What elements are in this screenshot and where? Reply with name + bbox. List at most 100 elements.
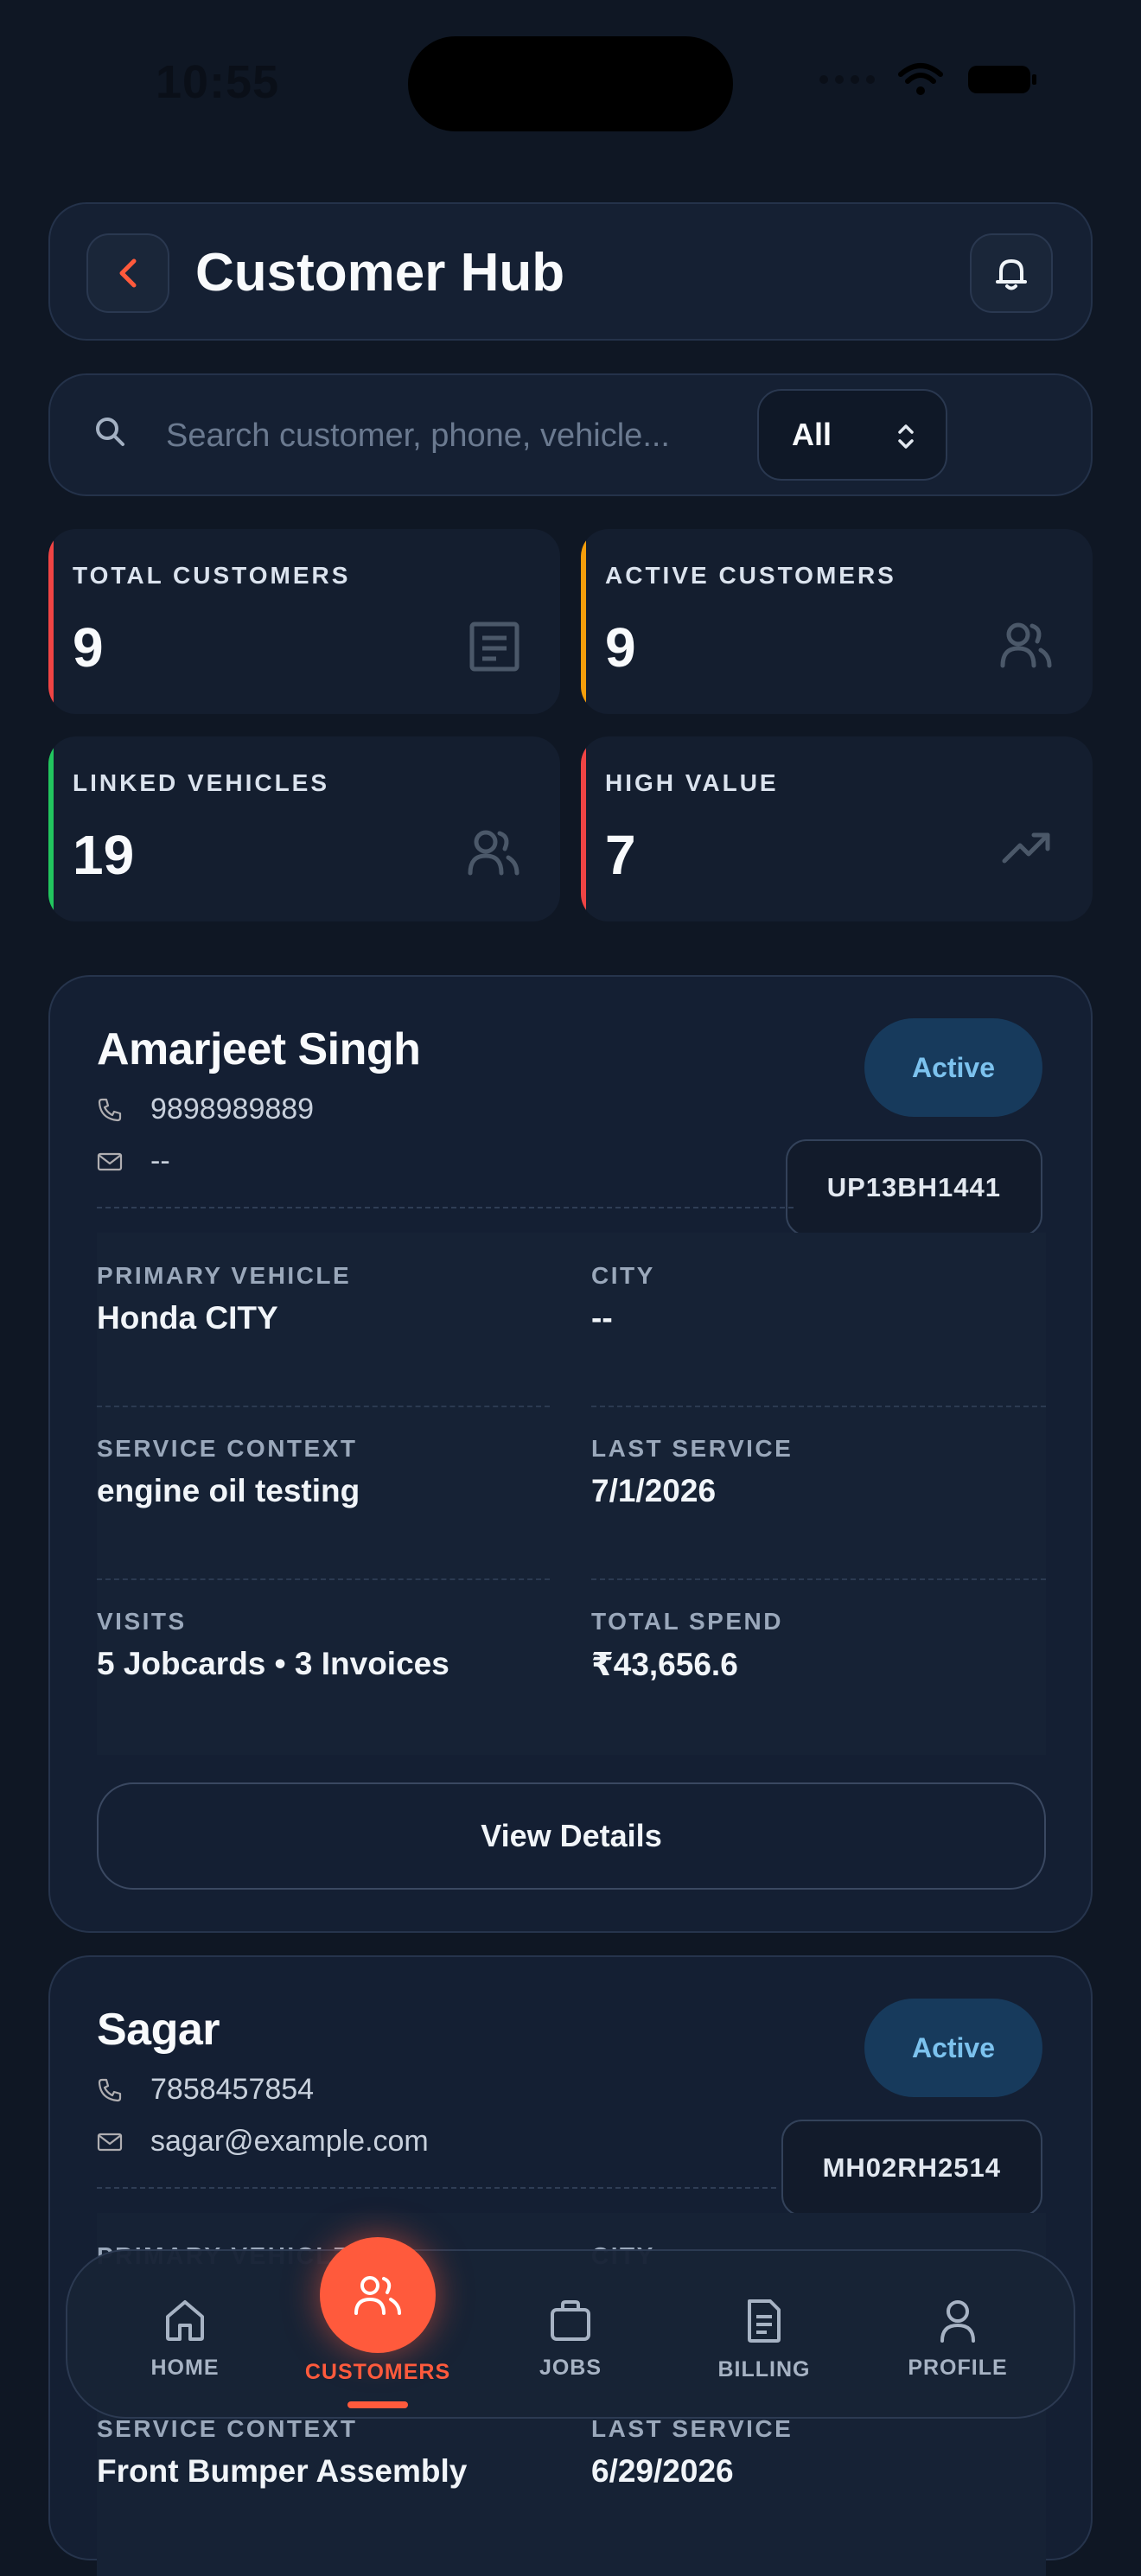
stat-label: LINKED VEHICLES (73, 769, 330, 796)
stat-label: ACTIVE CUSTOMERS (605, 562, 896, 589)
chevron-up-down-icon (898, 424, 914, 449)
battery-icon (968, 66, 1036, 93)
users-icon (468, 830, 520, 876)
divider (591, 1578, 1046, 1580)
stat-value: 9 (73, 616, 104, 679)
stat-accent-bar (581, 736, 586, 921)
status-icons (819, 62, 1039, 97)
detail-city: CITY -- (591, 1262, 655, 1336)
detail-value: -- (591, 1300, 613, 1336)
detail-label: LAST SERVICE (591, 2415, 794, 2442)
customer-name: Amarjeet Singh (97, 1024, 421, 1074)
stat-active-customers: ACTIVE CUSTOMERS 9 (581, 529, 1093, 714)
detail-label: SERVICE CONTEXT (97, 2415, 358, 2442)
nav-item-profile[interactable]: PROFILE (871, 2298, 1044, 2381)
search-input[interactable] (164, 408, 769, 463)
stat-value: 9 (605, 616, 636, 679)
detail-total-spend: TOTAL SPEND ₹43,656.6 (591, 1608, 783, 1683)
detail-label: TOTAL SPEND (591, 1608, 783, 1635)
customer-email: sagar@example.com (150, 2125, 429, 2158)
stat-high-value: HIGH VALUE 7 (581, 736, 1093, 921)
user-icon (940, 2300, 975, 2343)
chevron-left-icon (119, 258, 137, 288)
detail-value: engine oil testing (97, 1473, 360, 1508)
notifications-button[interactable] (970, 233, 1053, 313)
nav-label: PROFILE (908, 2356, 1008, 2380)
detail-value: Front Bumper Assembly (97, 2453, 468, 2489)
nav-item-customers[interactable] (320, 2237, 436, 2353)
detail-label: CITY (591, 1262, 655, 1289)
users-icon (1000, 622, 1052, 668)
customer-email-row: sagar@example.com (97, 2125, 429, 2158)
active-indicator (347, 2401, 408, 2408)
stat-total-customers: TOTAL CUSTOMERS 9 (48, 529, 560, 714)
divider (97, 1207, 794, 1208)
vehicle-plate: MH02RH2514 (781, 2120, 1042, 2216)
divider (97, 1578, 550, 1580)
customer-phone-row: 9898989889 (97, 1093, 314, 1126)
customer-phone-row: 7858457854 (97, 2073, 314, 2107)
detail-label: SERVICE CONTEXT (97, 1435, 358, 1462)
detail-service-context: SERVICE CONTEXT Front Bumper Assembly (97, 2415, 467, 2490)
customer-card: Amarjeet Singh 9898989889 -- Active UP13… (48, 975, 1093, 1933)
bell-icon (996, 259, 1027, 290)
status-time: 10:55 (156, 56, 280, 108)
signal-icon (819, 75, 875, 84)
divider (591, 1406, 1046, 1407)
home-icon (166, 2300, 204, 2341)
detail-value: 7/1/2026 (591, 1473, 717, 1508)
stat-accent-bar (48, 529, 54, 714)
detail-label: LAST SERVICE (591, 1435, 794, 1462)
customer-email-row: -- (97, 1145, 170, 1178)
header-card: Customer Hub (48, 202, 1093, 341)
filter-value: All (792, 417, 832, 452)
mail-icon (97, 2133, 123, 2151)
divider (97, 1406, 550, 1407)
customer-email: -- (150, 1145, 170, 1177)
wifi-icon (898, 63, 943, 95)
customer-phone: 9898989889 (150, 1093, 315, 1125)
detail-value: 5 Jobcards • 3 Invoices (97, 1646, 449, 1681)
detail-visits: VISITS 5 Jobcards • 3 Invoices (97, 1608, 449, 1682)
briefcase-icon (551, 2300, 590, 2341)
search-icon (96, 418, 124, 446)
nav-item-billing[interactable]: BILLING (678, 2298, 851, 2382)
nav-item-home[interactable]: HOME (99, 2298, 271, 2381)
detail-last-service: LAST SERVICE 6/29/2026 (591, 2415, 793, 2490)
trending-up-icon (1002, 832, 1050, 864)
nav-item-jobs[interactable]: JOBS (484, 2298, 657, 2381)
view-details-button[interactable]: View Details (97, 1782, 1046, 1890)
detail-primary-vehicle: PRIMARY VEHICLE Honda CITY (97, 1262, 351, 1336)
back-button[interactable] (86, 233, 169, 313)
details-grid: PRIMARY VEHICLE Honda CITY CITY -- SERVI… (97, 1233, 1046, 1755)
stat-accent-bar (48, 736, 54, 921)
dynamic-island (408, 36, 733, 131)
detail-value: ₹43,656.6 (591, 1647, 738, 1682)
customer-name: Sagar (97, 2005, 220, 2055)
nav-label-customers: CUSTOMERS (304, 2360, 451, 2384)
nav-label: HOME (150, 2356, 220, 2380)
status-badge: Active (864, 1018, 1042, 1117)
nav-label: BILLING (717, 2357, 811, 2382)
mail-icon (97, 1152, 123, 1170)
users-icon (354, 2276, 401, 2315)
phone-icon (98, 1098, 122, 1121)
page-title: Customer Hub (195, 243, 565, 303)
stat-label: HIGH VALUE (605, 769, 779, 796)
document-icon (748, 2299, 781, 2343)
filter-select[interactable]: All (757, 389, 947, 481)
stat-value: 19 (73, 824, 135, 886)
stat-accent-bar (581, 529, 586, 714)
nav-label: JOBS (539, 2356, 602, 2380)
detail-last-service: LAST SERVICE 7/1/2026 (591, 1435, 793, 1509)
bottom-nav: HOME JOBS BILLING PROFILE (66, 2249, 1075, 2419)
phone-icon (98, 2078, 122, 2101)
vehicle-plate: UP13BH1441 (785, 1139, 1042, 1236)
status-badge: Active (864, 1999, 1042, 2097)
search-bar: All (48, 373, 1093, 496)
divider (97, 2187, 776, 2189)
detail-value: 6/29/2026 (591, 2453, 734, 2489)
stat-label: TOTAL CUSTOMERS (73, 562, 351, 589)
detail-label: VISITS (97, 1608, 187, 1635)
customer-phone: 7858457854 (150, 2073, 315, 2106)
